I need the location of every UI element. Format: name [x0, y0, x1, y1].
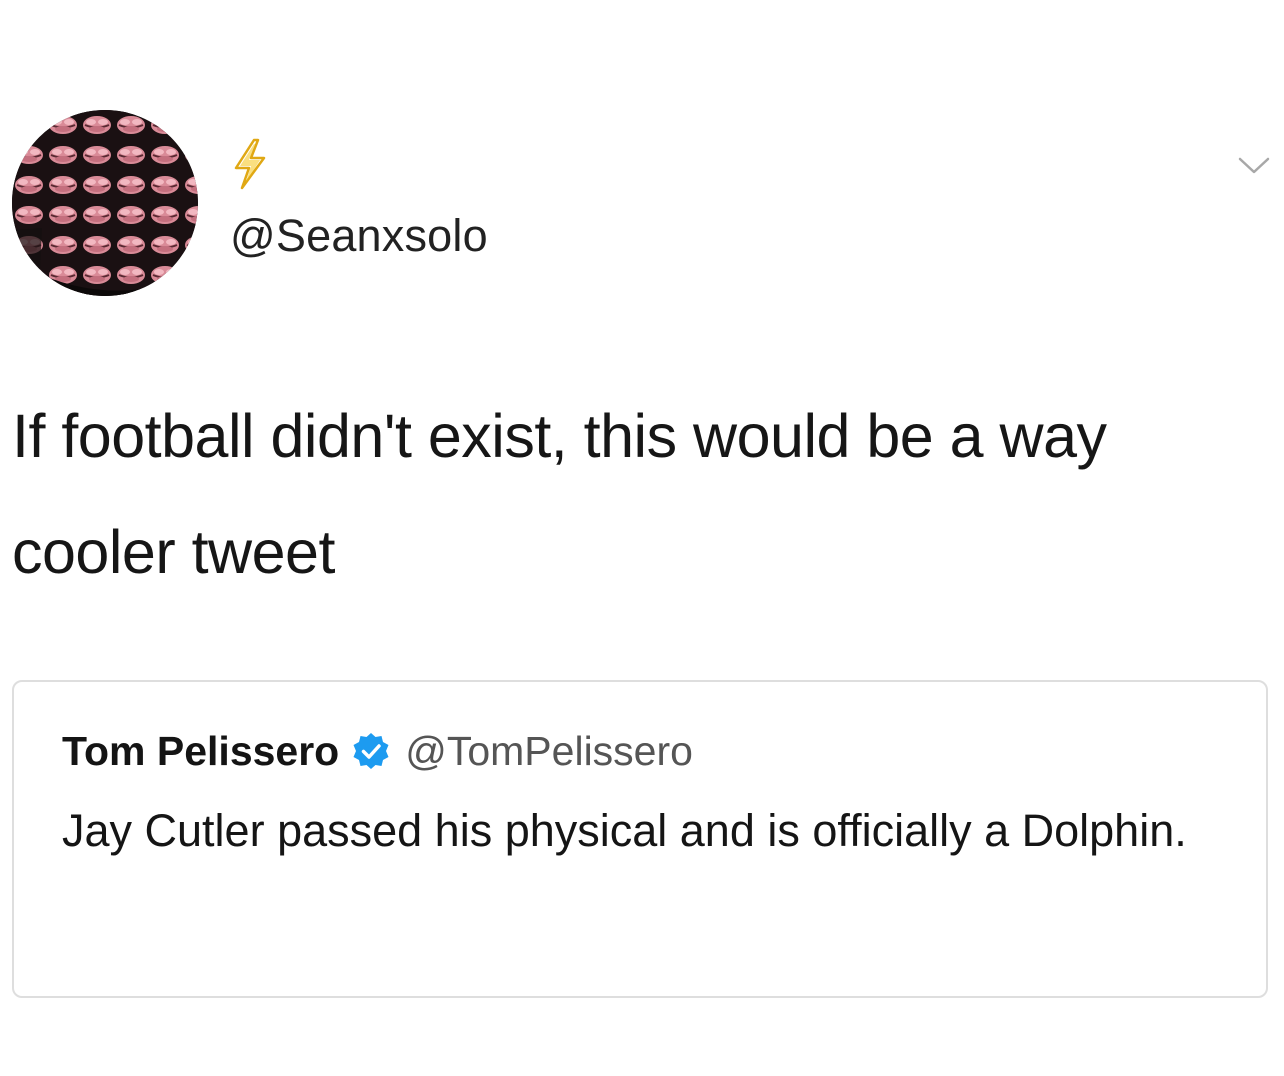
- verified-badge-icon: [353, 733, 389, 769]
- quoted-tweet-header: Tom Pelissero @TomPelissero: [62, 726, 693, 776]
- lightning-icon: [234, 138, 266, 190]
- avatar[interactable]: [12, 110, 198, 296]
- quoted-tweet-card[interactable]: Tom Pelissero @TomPelissero Jay Cutler p…: [12, 680, 1268, 998]
- avatar-image: [12, 110, 198, 296]
- quoted-author-handle: @TomPelissero: [405, 727, 693, 774]
- tweet: @Seanxsolo If football didn't exist, thi…: [0, 0, 1284, 1076]
- author-handle[interactable]: @Seanxsolo: [230, 208, 488, 264]
- tweet-text: If football didn't exist, this would be …: [12, 402, 1107, 586]
- quoted-tweet-text: Jay Cutler passed his physical and is of…: [62, 805, 1187, 856]
- chevron-down-icon[interactable]: [1234, 150, 1274, 180]
- quoted-author-name: Tom Pelissero: [62, 727, 340, 774]
